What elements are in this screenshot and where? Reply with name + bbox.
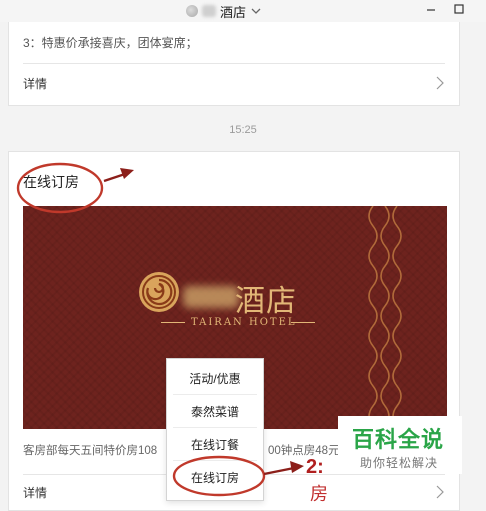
hotel-avatar [186,5,198,17]
divider [173,394,257,395]
window-titlebar: 酒店 [0,0,486,22]
decorative-pattern [368,206,402,429]
divider [173,460,257,461]
menu-item-menu[interactable]: 泰然菜谱 [167,396,263,426]
message-timestamp: 15:25 [229,124,257,136]
redacted-hotel-name [183,286,239,308]
divider [23,63,445,64]
divider [173,427,257,428]
banner-rule-left [161,322,185,323]
menu-item-book-room[interactable]: 在线订房 [167,462,263,492]
chat-title[interactable]: 酒店 [186,3,262,20]
chat-title-text: 酒店 [220,4,247,20]
menu-item-order-food[interactable]: 在线订餐 [167,429,263,459]
watermark-title: 百科全说 [352,427,445,452]
hotel-logo-icon [139,272,179,312]
menu-item-promotions[interactable]: 活动/优惠 [167,363,263,393]
watermark-subtitle: 助你轻松解决 [360,456,439,470]
chevron-right-icon [436,485,444,499]
card-title: 在线订房 [23,174,79,190]
banner-rule-right [291,322,315,323]
redacted-name [202,5,216,17]
details-link[interactable]: 详情 [23,68,445,98]
watermark: 百科全说 助你轻松解决 [338,416,462,474]
message-line: 3：特惠价承接喜庆，团体宴席； [23,36,198,50]
annotation-step-number: 2: [306,456,324,478]
minimize-icon[interactable] [425,3,437,15]
details-label: 详情 [23,485,48,500]
card-description-left: 客房部每天五间特价房108 [23,445,158,457]
chevron-down-icon[interactable] [250,5,262,17]
chevron-right-icon [436,76,444,90]
annotation-label: 房 [310,484,328,504]
menu-popup: 活动/优惠 泰然菜谱 在线订餐 在线订房 [166,358,264,501]
details-label: 详情 [23,76,48,91]
banner-subtitle: TAIRAN HOTEL [191,317,297,328]
previous-message-card: 3：特惠价承接喜庆，团体宴席； 详情 [8,22,460,106]
banner-hotel-name: 酒店 [235,284,297,319]
maximize-icon[interactable] [453,3,465,15]
